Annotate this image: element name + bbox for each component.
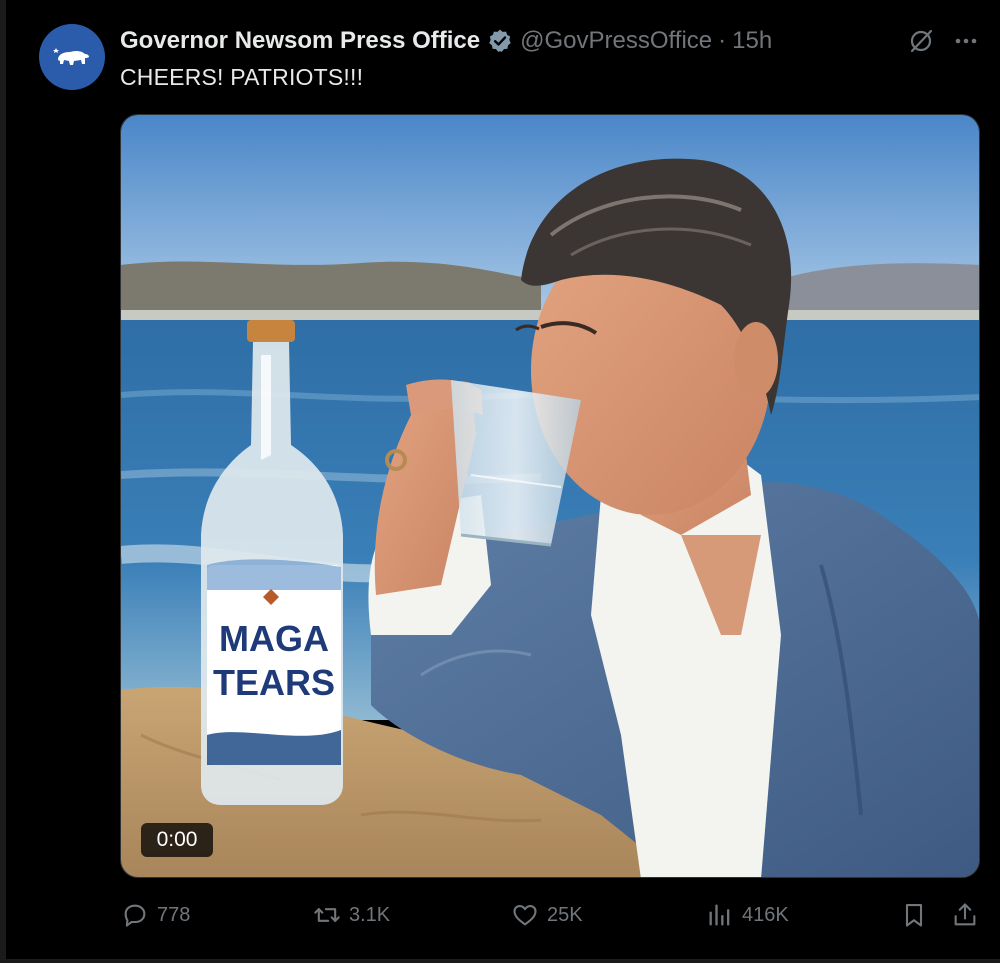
avatar[interactable] bbox=[39, 24, 105, 90]
reply-count: 778 bbox=[157, 903, 191, 926]
reply-icon bbox=[124, 904, 146, 927]
like-count: 25K bbox=[547, 903, 583, 926]
like-button[interactable]: 25K bbox=[511, 895, 583, 935]
like-icon bbox=[513, 904, 537, 926]
more-icon[interactable] bbox=[951, 26, 981, 56]
views-button[interactable]: 416K bbox=[706, 895, 789, 935]
repost-count: 3.1K bbox=[349, 903, 391, 926]
video-timestamp: 0:00 bbox=[141, 823, 213, 857]
author-handle[interactable]: @GovPressOffice bbox=[520, 27, 712, 55]
video-player[interactable]: MAGA TEARS bbox=[120, 114, 980, 878]
california-bear-icon bbox=[53, 48, 89, 65]
tweet-container: Governor Newsom Press Office @GovPressOf… bbox=[0, 0, 1000, 963]
repost-button[interactable]: 3.1K bbox=[313, 895, 390, 935]
verified-badge-icon bbox=[489, 29, 511, 52]
share-button[interactable] bbox=[951, 895, 987, 935]
bookmark-icon bbox=[905, 904, 923, 927]
reply-button[interactable]: 778 bbox=[121, 895, 190, 935]
bottle-label-maga: MAGA bbox=[219, 618, 329, 659]
separator-dot: · bbox=[718, 27, 727, 54]
views-count: 416K bbox=[742, 903, 789, 926]
tweet-text: CHEERS! PATRIOTS!!! bbox=[120, 64, 364, 90]
repost-icon bbox=[314, 908, 340, 922]
author-name[interactable]: Governor Newsom Press Office bbox=[120, 27, 480, 55]
share-icon bbox=[954, 903, 976, 926]
tweet-header: Governor Newsom Press Office @GovPressOf… bbox=[120, 26, 772, 56]
bottle-label-tears: TEARS bbox=[213, 662, 335, 703]
tweet-time[interactable]: 15h bbox=[732, 27, 772, 55]
grok-icon[interactable] bbox=[906, 26, 936, 56]
action-bar: 778 3.1K 25K 416K bbox=[6, 895, 1000, 935]
video-frame: MAGA TEARS bbox=[121, 115, 979, 877]
bookmark-button[interactable] bbox=[900, 895, 936, 935]
views-icon bbox=[709, 904, 730, 926]
